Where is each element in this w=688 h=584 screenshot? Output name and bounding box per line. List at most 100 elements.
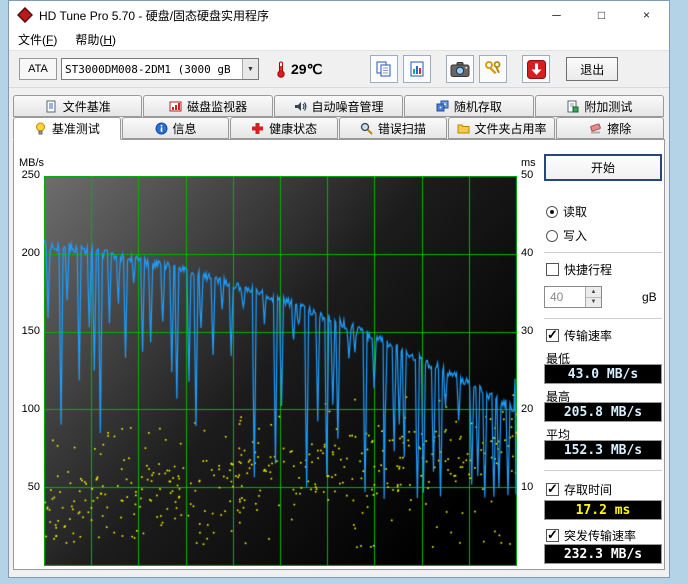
tab-label: 基准测试	[51, 122, 100, 136]
keys-icon	[484, 60, 502, 78]
short-stroke-checkbox-box	[546, 263, 559, 276]
y-axis-tick-label: 50	[27, 481, 40, 493]
tab-label: 磁盘监视器	[187, 99, 248, 114]
copy-image-button[interactable]	[403, 55, 432, 83]
options-button[interactable]	[479, 55, 508, 83]
screenshot-button[interactable]	[446, 55, 475, 83]
tab-label: 文件夹占用率	[474, 121, 547, 136]
app-window: HD Tune Pro 5.70 - 硬盘/固态硬盘实用程序 ─ □ × 文件(…	[8, 0, 670, 578]
y-axis-tick-label: 40	[521, 247, 534, 259]
y-axis-tick-label: 150	[21, 325, 40, 337]
tab-label: 自动噪音管理	[311, 99, 384, 114]
folder-icon	[457, 122, 470, 135]
disk-monitor-icon	[169, 100, 182, 113]
write-radio-circle	[546, 229, 558, 242]
interface-type-label: ATA	[19, 58, 57, 80]
transfer-rate-label: 传输速率	[564, 329, 613, 343]
short-stroke-label: 快捷行程	[564, 263, 613, 277]
avg-value-display: 152.3 MB/s	[544, 440, 662, 460]
tab-row-2: 基准测试 信息 健康状态 错误扫描 文件夹占用率 擦除	[13, 117, 665, 140]
maximize-button[interactable]: □	[579, 1, 624, 29]
chevron-down-icon[interactable]: ▼	[242, 59, 258, 79]
minimize-button[interactable]: ─	[534, 1, 579, 29]
drive-select[interactable]: ST3000DM008-2DM1 (3000 gB ▼	[61, 58, 259, 80]
max-value-display: 205.8 MB/s	[544, 402, 662, 422]
benchmark-tab-content: MB/s ms 250 200 150 100 50 50 40 30 20 10 开始 读取 …	[13, 139, 665, 570]
toolbar: ATA ST3000DM008-2DM1 (3000 gB ▼ 29℃ 退出	[9, 51, 669, 88]
tab-extra-tests[interactable]: 附加测试	[534, 95, 665, 117]
drive-select-value: ST3000DM008-2DM1 (3000 gB	[65, 62, 231, 76]
write-radio[interactable]: 写入	[546, 228, 587, 243]
camera-icon	[450, 61, 470, 78]
tab-disk-monitor[interactable]: 磁盘监视器	[143, 95, 273, 117]
transfer-rate-checkbox-box	[546, 328, 559, 342]
separator	[544, 318, 662, 319]
dice-icon	[436, 100, 449, 113]
benchmark-control-panel: 开始 读取 写入 快捷行程 40 ▲ ▼ gB ✓ 传输速率 最低 43.0 M…	[544, 140, 668, 569]
access-time-checkbox[interactable]: 存取时间	[546, 482, 612, 497]
capacity-unit-label: gB	[642, 290, 657, 304]
y-axis-tick-label: 200	[21, 247, 40, 259]
tab-health[interactable]: 健康状态	[230, 117, 339, 139]
file-benchmark-icon	[45, 100, 58, 113]
tab-noise-management[interactable]: 自动噪音管理	[273, 95, 404, 117]
desktop-background: { "window": { "title": "HD Tune Pro 5.70…	[0, 0, 688, 584]
y-axis-tick-label: 50	[521, 169, 534, 181]
burst-rate-label: 突发传输速率	[564, 529, 637, 543]
write-radio-label: 写入	[563, 229, 588, 243]
min-value-display: 43.0 MB/s	[544, 364, 662, 384]
y-axis-tick-label: 30	[521, 325, 534, 337]
benchmark-chart-canvas	[44, 176, 517, 566]
tab-label: 错误扫描	[377, 121, 426, 136]
start-button[interactable]: 开始	[544, 154, 662, 181]
tab-label: 健康状态	[269, 121, 318, 136]
access-time-checkbox-box	[546, 482, 559, 496]
tab-random-access[interactable]: 随机存取	[404, 95, 534, 117]
short-stroke-capacity-input[interactable]: 40 ▲ ▼	[544, 286, 602, 308]
tab-label: 信息	[172, 121, 197, 136]
tab-info[interactable]: 信息	[121, 117, 230, 139]
tab-folder-usage[interactable]: 文件夹占用率	[447, 117, 556, 139]
read-radio[interactable]: 读取	[546, 204, 587, 219]
save-button[interactable]	[522, 55, 551, 83]
toolbar-buttons	[370, 55, 551, 83]
menu-item-help[interactable]: 帮助(H)	[66, 28, 125, 51]
y-axis-left: 250 200 150 100 50	[14, 140, 40, 569]
tab-file-benchmark[interactable]: 文件基准	[13, 95, 143, 117]
tab-label: 擦除	[607, 121, 632, 136]
close-button[interactable]: ×	[624, 1, 669, 29]
burst-rate-checkbox[interactable]: 突发传输速率	[546, 528, 636, 543]
temperature-value: 29℃	[291, 60, 323, 77]
lamp-icon	[34, 122, 47, 135]
tab-error-scan[interactable]: 错误扫描	[339, 117, 447, 139]
menu-bar: 文件(F) 帮助(H)	[9, 29, 669, 51]
window-controls: ─ □ ×	[534, 1, 669, 29]
transfer-rate-checkbox[interactable]: 传输速率	[546, 328, 612, 343]
window-title: HD Tune Pro 5.70 - 硬盘/固态硬盘实用程序	[39, 8, 270, 23]
tab-label: 附加测试	[584, 99, 633, 114]
menu-item-file[interactable]: 文件(F)	[9, 28, 66, 51]
health-cross-icon	[251, 122, 264, 135]
spinner-up-button[interactable]: ▲	[586, 287, 601, 298]
exit-button[interactable]: 退出	[566, 57, 619, 81]
access-time-value-display: 17.2 ms	[544, 500, 662, 520]
spinner-down-button[interactable]: ▼	[586, 297, 601, 307]
tab-erase[interactable]: 擦除	[556, 117, 665, 139]
temperature-indicator: 29℃	[275, 61, 322, 78]
read-radio-circle	[546, 205, 558, 218]
read-radio-label: 读取	[563, 205, 588, 219]
burst-rate-checkbox-box	[546, 528, 559, 542]
copy-text-button[interactable]	[370, 55, 399, 83]
info-icon	[155, 122, 168, 135]
y-axis-tick-label: 100	[21, 403, 40, 415]
separator	[544, 252, 662, 253]
y-axis-right: 50 40 30 20 10	[521, 140, 545, 569]
thermometer-icon	[275, 61, 287, 78]
tab-label: 随机存取	[453, 99, 502, 114]
tab-benchmark[interactable]: 基准测试	[13, 117, 121, 140]
tab-row-1: 文件基准 磁盘监视器 自动噪音管理 随机存取 附加测试	[13, 95, 665, 117]
tab-strip: 文件基准 磁盘监视器 自动噪音管理 随机存取 附加测试 基准测试 信息 健康状态…	[9, 88, 669, 140]
app-icon	[17, 7, 33, 23]
y-axis-tick-label: 10	[521, 481, 534, 493]
short-stroke-checkbox[interactable]: 快捷行程	[546, 262, 612, 277]
